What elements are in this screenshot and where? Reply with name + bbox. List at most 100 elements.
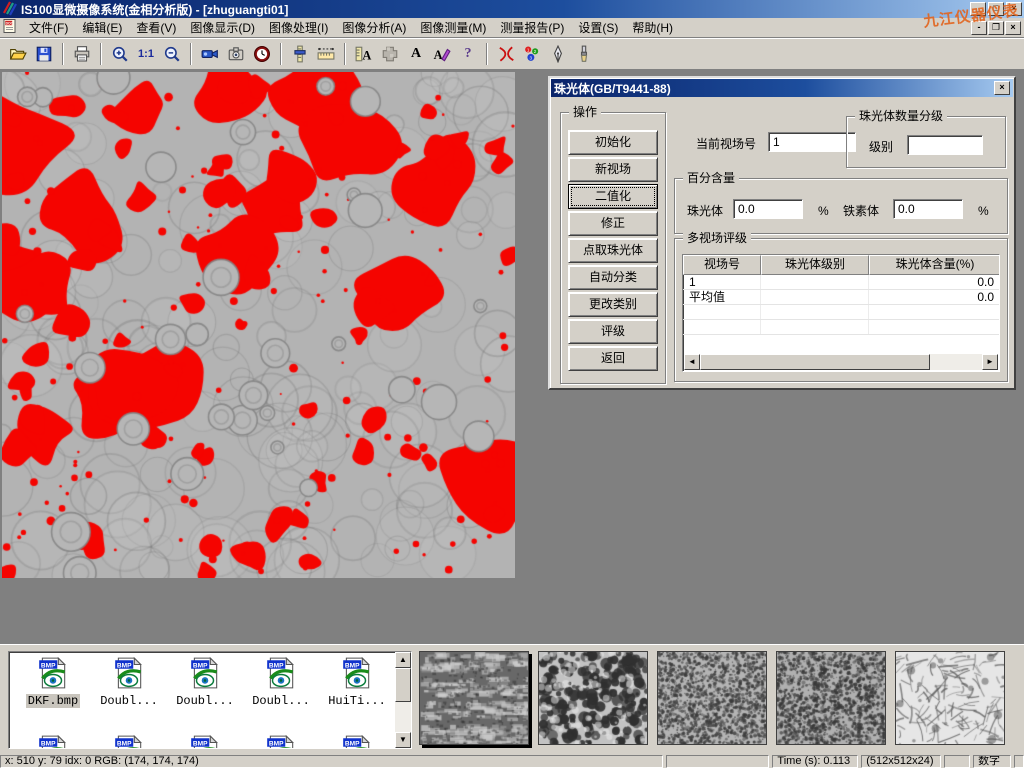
return-button[interactable]: 返回 [568, 346, 658, 371]
multi-field-group-label: 多视场评级 [683, 231, 751, 245]
file-item[interactable] [15, 734, 91, 749]
thumbnail-1[interactable] [419, 651, 529, 745]
red-curve-icon [497, 45, 515, 63]
file-item[interactable] [243, 734, 319, 749]
scrollbar-thumb[interactable] [395, 668, 411, 702]
menu-image-display[interactable]: 图像显示(D) [183, 17, 262, 38]
menu-settings[interactable]: 设置(S) [571, 17, 625, 38]
scroll-down-icon[interactable]: ▼ [395, 732, 411, 748]
bmp-file-icon [340, 656, 374, 690]
percent-group: 百分含量 珠光体 % 铁素体 % [674, 178, 1008, 234]
mdi-client-area: 珠光体(GB/T9441-88) × 操作 初始化 新视场 二值化 修正 点取珠… [0, 70, 1024, 644]
col-field-no[interactable]: 视场号 [683, 255, 761, 275]
ruler-measure-button[interactable] [313, 41, 339, 67]
svg-text:DOC: DOC [6, 21, 14, 25]
pick-pearlite-button[interactable]: 点取珠光体 [568, 238, 658, 263]
dialog-title-bar[interactable]: 珠光体(GB/T9441-88) × [551, 79, 1013, 97]
auto-classify-button[interactable]: 自动分类 [568, 265, 658, 290]
clock-icon [253, 45, 271, 63]
timer-button[interactable] [249, 41, 275, 67]
col-pearlite-grade[interactable]: 珠光体级别 [761, 255, 869, 275]
rate-button[interactable]: 评级 [568, 319, 658, 344]
document-icon[interactable]: DOC [2, 18, 18, 37]
menu-image-measure[interactable]: 图像测量(M) [413, 17, 493, 38]
text-button[interactable]: A [403, 41, 429, 67]
text-icon: A [411, 46, 421, 62]
video-capture-button[interactable] [197, 41, 223, 67]
file-item[interactable] [167, 734, 243, 749]
status-bar: x: 510 y: 79 idx: 0 RGB: (174, 174, 174)… [0, 755, 1024, 768]
initialize-button[interactable]: 初始化 [568, 130, 658, 155]
curve-tool-button[interactable] [493, 41, 519, 67]
brush-tool-button[interactable] [571, 41, 597, 67]
file-name: Doubl... [98, 694, 160, 708]
file-item[interactable]: DKF.bmp [15, 656, 91, 708]
menu-measure-report[interactable]: 测量报告(P) [493, 17, 571, 38]
file-browser-scrollbar[interactable]: ▲ ▼ [395, 652, 411, 748]
file-item[interactable] [91, 734, 167, 749]
table-row[interactable]: 1 0.0 [683, 275, 999, 290]
mdi-close-button[interactable]: × [1005, 21, 1021, 35]
svg-text:A: A [434, 48, 443, 62]
menu-edit[interactable]: 编辑(E) [75, 17, 129, 38]
pearlite-percent-input[interactable] [733, 199, 803, 219]
measure-annotate-button[interactable]: A [351, 41, 377, 67]
menu-help[interactable]: 帮助(H) [625, 17, 680, 38]
thumbnail-5[interactable] [895, 651, 1005, 745]
print-button[interactable] [69, 41, 95, 67]
menu-bar: DOC 文件(F) 编辑(E) 查看(V) 图像显示(D) 图像处理(I) 图像… [0, 18, 1024, 38]
new-field-button[interactable]: 新视场 [568, 157, 658, 182]
menu-file[interactable]: 文件(F) [22, 17, 75, 38]
file-item[interactable]: HuiTi... [319, 656, 395, 708]
thumbnail-3[interactable] [657, 651, 767, 745]
scrollbar-thumb[interactable] [700, 354, 930, 370]
menu-view[interactable]: 查看(V) [129, 17, 183, 38]
time-readout: Time (s): 0.113 [772, 755, 858, 768]
menu-image-analysis[interactable]: 图像分析(A) [335, 17, 413, 38]
zoom-in-button[interactable] [107, 41, 133, 67]
svg-text:A: A [362, 48, 371, 62]
grade-input[interactable] [907, 135, 983, 155]
table-row[interactable] [683, 305, 999, 320]
file-item[interactable]: Doubl... [243, 656, 319, 708]
ruler-icon [317, 45, 335, 63]
pen-tool-button[interactable] [545, 41, 571, 67]
ferrite-percent-input[interactable] [893, 199, 963, 219]
context-help-button[interactable]: ? [455, 41, 481, 67]
file-item[interactable] [319, 734, 395, 749]
menu-image-processing[interactable]: 图像处理(I) [262, 17, 335, 38]
video-camera-icon [201, 45, 219, 63]
scroll-right-icon[interactable]: ► [982, 354, 998, 370]
thumbnail-2[interactable] [538, 651, 648, 745]
percent-sign: % [978, 201, 989, 221]
save-button[interactable] [31, 41, 57, 67]
scroll-up-icon[interactable]: ▲ [395, 652, 411, 668]
merge-button[interactable] [377, 41, 403, 67]
caliper-measure-button[interactable] [287, 41, 313, 67]
file-item[interactable]: Doubl... [91, 656, 167, 708]
bmp-file-icon [188, 734, 222, 749]
change-class-button[interactable]: 更改类别 [568, 292, 658, 317]
table-row[interactable]: 平均值 0.0 [683, 290, 999, 305]
dialog-close-button[interactable]: × [994, 81, 1010, 95]
scroll-left-icon[interactable]: ◄ [684, 354, 700, 370]
table-horizontal-scrollbar[interactable]: ◄ ► [684, 354, 998, 370]
thumbnail-4[interactable] [776, 651, 886, 745]
annotate-button[interactable]: A [429, 41, 455, 67]
col-pearlite-content[interactable]: 珠光体含量(%) [869, 255, 1000, 275]
dialog-title: 珠光体(GB/T9441-88) [554, 80, 671, 97]
current-field-input[interactable] [768, 132, 856, 152]
classify-button[interactable]: 1 2 3 [519, 41, 545, 67]
actual-size-button[interactable]: 1:1 [133, 41, 159, 67]
binarize-button[interactable]: 二值化 [568, 184, 658, 209]
file-item[interactable]: Doubl... [167, 656, 243, 708]
zoom-out-button[interactable] [159, 41, 185, 67]
table-row[interactable] [683, 320, 999, 335]
actual-size-icon: 1:1 [138, 48, 154, 60]
snapshot-button[interactable] [223, 41, 249, 67]
correct-button[interactable]: 修正 [568, 211, 658, 236]
metallographic-image[interactable] [2, 72, 515, 578]
open-button[interactable] [5, 41, 31, 67]
app-logo-icon [2, 0, 18, 19]
toolbar-separator [486, 43, 488, 65]
